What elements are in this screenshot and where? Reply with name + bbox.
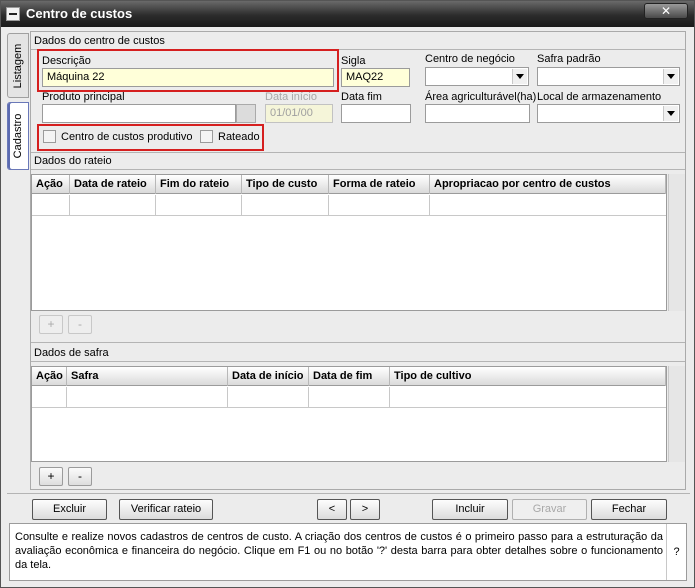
safra-padrao-select[interactable] xyxy=(537,67,680,86)
tab-cadastro-label: Cadastro xyxy=(12,113,24,159)
help-bar: Consulte e realize novos cadastros de ce… xyxy=(9,523,687,581)
table-cell xyxy=(242,195,329,216)
data-inicio-input: 01/01/00 xyxy=(265,104,333,123)
area-agricultavel-input[interactable] xyxy=(425,104,530,123)
area-agricultavel-label: Área agriculturável(ha) xyxy=(425,91,537,103)
chevron-down-icon[interactable] xyxy=(663,69,678,84)
sigla-input[interactable]: MAQ22 xyxy=(341,68,410,87)
safra-col-safra[interactable]: Safra xyxy=(67,367,228,386)
verificar-rateio-button[interactable]: Verificar rateio xyxy=(119,499,213,520)
section-dados-centro: Dados do centro de custos xyxy=(34,35,165,47)
tab-listagem-label: Listagem xyxy=(12,43,24,88)
safra-padrao-label: Safra padrão xyxy=(537,53,601,65)
safra-add-button[interactable]: + xyxy=(39,467,63,486)
table-cell xyxy=(70,195,156,216)
data-fim-input[interactable] xyxy=(341,104,411,123)
rateio-col-forma-rateio[interactable]: Forma de rateio xyxy=(329,175,430,194)
fechar-button[interactable]: Fechar xyxy=(591,499,667,520)
chevron-down-icon[interactable] xyxy=(663,106,678,121)
produto-principal-label: Produto principal xyxy=(42,91,125,103)
divider xyxy=(7,493,690,494)
divider xyxy=(31,152,685,153)
title-bar: Centro de custos ✕ xyxy=(1,1,694,27)
rateado-label: Rateado xyxy=(218,131,260,143)
descricao-input[interactable]: Máquina 22 xyxy=(42,68,334,87)
table-cell xyxy=(32,195,70,216)
excluir-button[interactable]: Excluir xyxy=(32,499,107,520)
main-panel: Dados do centro de custos Descrição Máqu… xyxy=(30,31,686,490)
table-cell xyxy=(67,387,228,408)
window: Centro de custos ✕ Listagem Cadastro Dad… xyxy=(0,0,695,588)
safra-col-data-inicio[interactable]: Data de início xyxy=(228,367,309,386)
data-fim-label: Data fim xyxy=(341,91,382,103)
window-menu-icon[interactable] xyxy=(6,7,20,21)
safra-grid-header: Ação Safra Data de início Data de fim Ti… xyxy=(32,367,666,386)
divider xyxy=(31,342,685,343)
produto-lookup-button[interactable] xyxy=(236,104,256,123)
chevron-down-icon[interactable] xyxy=(512,69,527,84)
rateio-col-tipo-custo[interactable]: Tipo de custo xyxy=(242,175,329,194)
help-text: Consulte e realize novos cadastros de ce… xyxy=(15,531,663,571)
sigla-label: Sigla xyxy=(341,55,366,67)
centro-negocio-label: Centro de negócio xyxy=(425,53,515,65)
safra-scrollbar[interactable] xyxy=(668,366,685,462)
table-cell xyxy=(32,387,67,408)
centro-negocio-select[interactable] xyxy=(425,67,529,86)
tab-listagem[interactable]: Listagem xyxy=(7,33,29,98)
centro-produtivo-label: Centro de custos produtivo xyxy=(61,131,193,143)
safra-col-data-fim[interactable]: Data de fim xyxy=(309,367,390,386)
rateio-col-acao[interactable]: Ação xyxy=(32,175,70,194)
table-cell xyxy=(156,195,242,216)
safra-remove-button[interactable]: - xyxy=(68,467,92,486)
gravar-button: Gravar xyxy=(512,499,587,520)
rateio-add-button: + xyxy=(39,315,63,334)
next-record-button[interactable]: > xyxy=(350,499,380,520)
previous-record-button[interactable]: < xyxy=(317,499,347,520)
rateio-col-apropriacao[interactable]: Apropriacao por centro de custos xyxy=(430,175,666,194)
rateio-scrollbar[interactable] xyxy=(668,174,685,311)
rateio-col-data-rateio[interactable]: Data de rateio xyxy=(70,175,156,194)
tab-cadastro[interactable]: Cadastro xyxy=(7,102,29,170)
produto-principal-input[interactable] xyxy=(42,104,236,123)
window-title: Centro de custos xyxy=(26,6,133,21)
centro-produtivo-checkbox[interactable] xyxy=(43,130,56,143)
table-cell xyxy=(228,387,309,408)
table-row[interactable] xyxy=(32,195,666,216)
table-row[interactable] xyxy=(32,387,666,408)
safra-col-tipo-cultivo[interactable]: Tipo de cultivo xyxy=(390,367,666,386)
table-cell xyxy=(329,195,430,216)
incluir-button[interactable]: Incluir xyxy=(432,499,508,520)
rateio-grid: Ação Data de rateio Fim do rateio Tipo d… xyxy=(31,174,667,311)
rateio-grid-header: Ação Data de rateio Fim do rateio Tipo d… xyxy=(32,175,666,194)
safra-grid: Ação Safra Data de início Data de fim Ti… xyxy=(31,366,667,462)
table-cell xyxy=(309,387,390,408)
divider xyxy=(31,361,685,362)
local-armazenamento-label: Local de armazenamento xyxy=(537,91,662,103)
section-dados-safra: Dados de safra xyxy=(34,347,109,359)
safra-col-acao[interactable]: Ação xyxy=(32,367,67,386)
data-inicio-label: Data início xyxy=(265,91,317,103)
close-button[interactable]: ✕ xyxy=(644,3,688,19)
rateio-remove-button: - xyxy=(68,315,92,334)
descricao-label: Descrição xyxy=(42,55,91,67)
divider xyxy=(31,169,685,170)
section-dados-rateio: Dados do rateio xyxy=(34,155,112,167)
help-button[interactable]: ? xyxy=(666,524,686,580)
rateio-col-fim-rateio[interactable]: Fim do rateio xyxy=(156,175,242,194)
rateado-checkbox[interactable] xyxy=(200,130,213,143)
local-armazenamento-select[interactable] xyxy=(537,104,680,123)
